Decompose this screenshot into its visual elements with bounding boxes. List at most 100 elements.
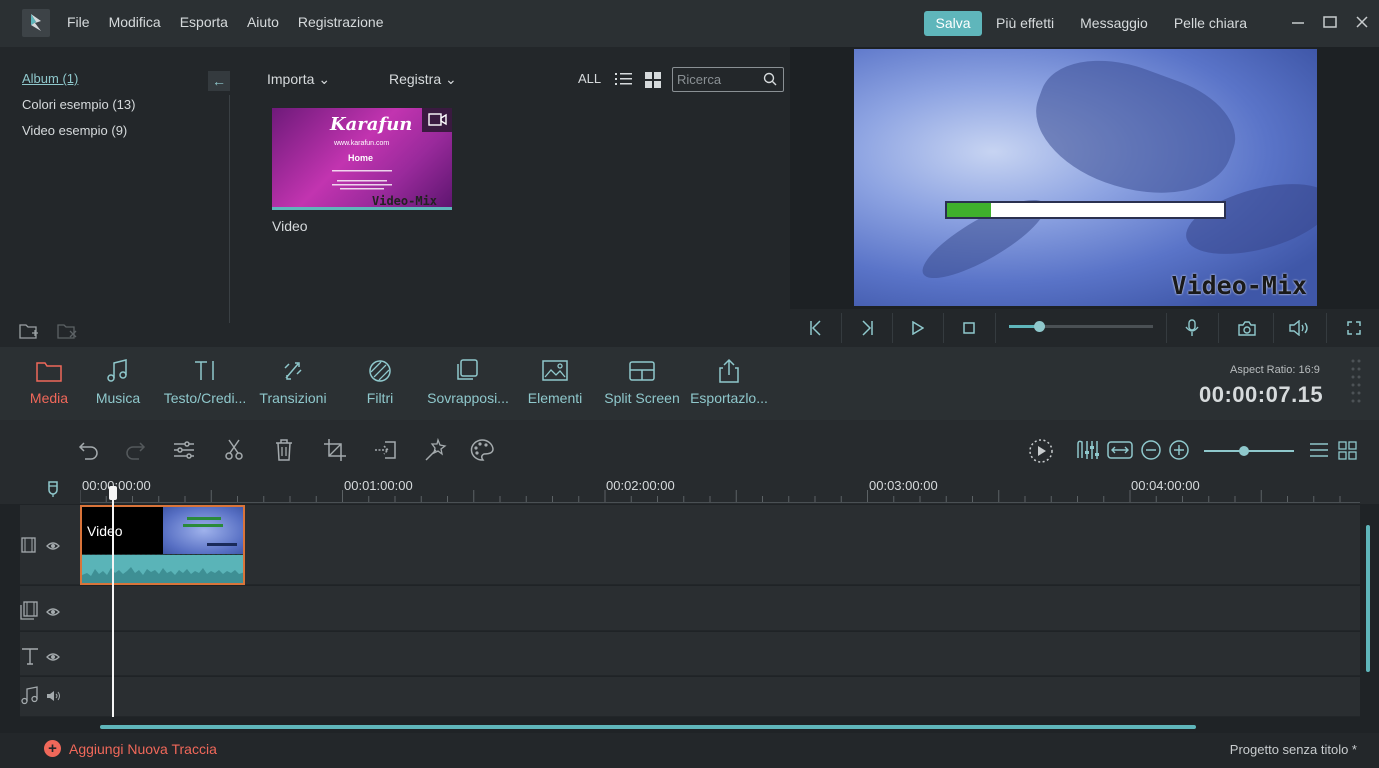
main-menu: File Modifica Esporta Aiuto Registrazion… bbox=[67, 14, 402, 30]
snap-magnet-icon[interactable] bbox=[45, 480, 61, 498]
message-link[interactable]: Messaggio bbox=[1080, 15, 1148, 31]
split-screen-icon bbox=[627, 358, 657, 384]
video-clip[interactable]: Video bbox=[80, 505, 245, 585]
tab-transizioni[interactable]: Transizioni bbox=[256, 358, 330, 406]
collapse-arrow-icon[interactable]: ← bbox=[208, 71, 230, 91]
eye-icon[interactable] bbox=[46, 605, 60, 617]
tab-esportazione[interactable]: Esportazlo... bbox=[688, 358, 770, 406]
microphone-icon[interactable] bbox=[1167, 309, 1217, 347]
maximize-icon[interactable] bbox=[1320, 12, 1340, 32]
light-skin-link[interactable]: Pelle chiara bbox=[1174, 15, 1247, 31]
speaker-icon[interactable] bbox=[1275, 309, 1325, 347]
tab-filtri[interactable]: Filtri bbox=[361, 358, 399, 406]
tab-label: Filtri bbox=[366, 390, 394, 406]
tab-label: Esportazlo... bbox=[690, 390, 768, 406]
more-effects-link[interactable]: Più effetti bbox=[996, 15, 1054, 31]
record-label: Registra bbox=[389, 71, 442, 87]
tab-label: Split Screen bbox=[604, 390, 680, 406]
chevron-down-icon: ⌄ bbox=[445, 71, 457, 87]
film-strip-icon bbox=[20, 536, 38, 554]
separator bbox=[1218, 313, 1219, 343]
zoom-out-icon[interactable] bbox=[1140, 438, 1164, 462]
stop-icon[interactable] bbox=[944, 309, 994, 347]
fit-timeline-icon[interactable] bbox=[1107, 438, 1133, 462]
menu-aiuto[interactable]: Aiuto bbox=[247, 14, 279, 30]
album-panel bbox=[0, 47, 230, 347]
menu-file[interactable]: File bbox=[67, 14, 90, 30]
app-logo-icon bbox=[22, 9, 50, 37]
transition-icon bbox=[278, 358, 308, 384]
color-palette-icon[interactable] bbox=[469, 438, 494, 462]
list-view-icon[interactable] bbox=[614, 70, 634, 88]
text-track bbox=[20, 632, 1360, 676]
adjust-icon[interactable] bbox=[172, 438, 196, 462]
cut-scissors-icon[interactable] bbox=[222, 438, 246, 462]
image-icon bbox=[540, 358, 570, 384]
track-list-icon[interactable] bbox=[1308, 438, 1332, 462]
project-name: Progetto senza titolo * bbox=[1229, 742, 1357, 757]
undo-icon[interactable] bbox=[76, 438, 100, 462]
tab-sovrapposizioni[interactable]: Sovrapposi... bbox=[425, 358, 511, 406]
album-item-colors[interactable]: Colori esempio (13) bbox=[22, 97, 135, 112]
tab-split-screen[interactable]: Split Screen bbox=[603, 358, 681, 406]
album-item-sample-video[interactable]: Video esempio (9) bbox=[22, 123, 127, 138]
tab-label: Elementi bbox=[527, 390, 583, 406]
separator bbox=[995, 313, 996, 343]
close-icon[interactable] bbox=[1352, 12, 1372, 32]
tab-media[interactable]: Media bbox=[27, 358, 71, 406]
add-track-label: Aggiungi Nuova Traccia bbox=[69, 740, 217, 757]
playhead-line[interactable] bbox=[112, 487, 114, 717]
zoom-in-icon[interactable] bbox=[1168, 438, 1192, 462]
aspect-ratio: Aspect Ratio: 16:9 bbox=[1230, 364, 1320, 376]
album-item-album[interactable]: Album (1) bbox=[22, 71, 78, 86]
tab-testo[interactable]: Testo/Credi... bbox=[161, 358, 249, 406]
text-track-icon bbox=[20, 646, 40, 666]
minimize-icon[interactable] bbox=[1288, 12, 1308, 32]
delete-trash-icon[interactable] bbox=[272, 438, 296, 462]
separator bbox=[1273, 313, 1274, 343]
add-track-button[interactable]: + Aggiungi Nuova Traccia bbox=[44, 740, 217, 757]
ruler-ticks bbox=[80, 490, 1341, 502]
preview-video: Video-Mix bbox=[854, 49, 1317, 306]
thumbnail-grid-icon[interactable] bbox=[1337, 438, 1361, 462]
eye-icon[interactable] bbox=[46, 539, 60, 551]
menu-modifica[interactable]: Modifica bbox=[109, 14, 161, 30]
record-dropdown[interactable]: Registra ⌄ bbox=[389, 71, 457, 88]
detach-audio-icon[interactable] bbox=[373, 438, 397, 462]
crop-icon[interactable] bbox=[323, 438, 347, 462]
add-folder-icon[interactable] bbox=[18, 320, 40, 342]
skip-back-icon[interactable] bbox=[791, 309, 841, 347]
play-icon[interactable] bbox=[893, 309, 943, 347]
vertical-scrollbar[interactable] bbox=[1366, 525, 1370, 672]
overlay-film-icon bbox=[20, 600, 40, 620]
fullscreen-icon[interactable] bbox=[1329, 309, 1379, 347]
resize-grip-icon[interactable] bbox=[1350, 358, 1362, 408]
filter-all[interactable]: ALL bbox=[578, 71, 601, 86]
zoom-slider-handle[interactable] bbox=[1239, 446, 1249, 456]
search-input[interactable] bbox=[677, 71, 761, 88]
save-button[interactable]: Salva bbox=[924, 11, 982, 36]
audio-mixer-icon[interactable] bbox=[1076, 438, 1100, 462]
eye-icon[interactable] bbox=[46, 650, 60, 662]
skip-forward-icon[interactable] bbox=[842, 309, 892, 347]
speaker-small-icon[interactable] bbox=[46, 689, 62, 701]
render-preview-icon[interactable] bbox=[1028, 438, 1053, 463]
search-icon[interactable] bbox=[763, 72, 777, 86]
volume-slider-handle[interactable] bbox=[1034, 321, 1045, 332]
redo-icon bbox=[124, 438, 148, 462]
snapshot-camera-icon[interactable] bbox=[1222, 309, 1272, 347]
zoom-slider-track[interactable] bbox=[1204, 450, 1294, 452]
tab-musica[interactable]: Musica bbox=[92, 358, 144, 406]
menu-esporta[interactable]: Esporta bbox=[180, 14, 228, 30]
horizontal-scrollbar[interactable] bbox=[100, 725, 1196, 729]
import-dropdown[interactable]: Importa ⌄ bbox=[267, 71, 330, 88]
add-circle-icon: + bbox=[44, 740, 61, 757]
playhead-handle[interactable] bbox=[109, 486, 117, 500]
overlay-track bbox=[20, 586, 1360, 631]
grid-view-icon[interactable] bbox=[645, 72, 661, 88]
media-thumbnail[interactable]: Karafun www.karafun.com Home Video-Mix bbox=[272, 108, 452, 210]
menu-registrazione[interactable]: Registrazione bbox=[298, 14, 384, 30]
chevron-down-icon: ⌄ bbox=[318, 71, 331, 87]
tab-elementi[interactable]: Elementi bbox=[526, 358, 584, 406]
magic-wand-icon[interactable] bbox=[423, 437, 447, 462]
